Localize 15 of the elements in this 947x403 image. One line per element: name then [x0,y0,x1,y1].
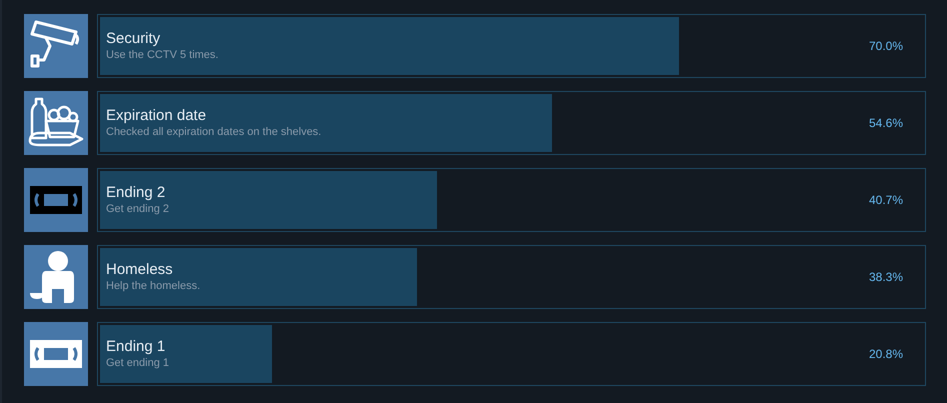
achievement-description: Checked all expiration dates on the shelves. [106,125,322,139]
achievement-description: Get ending 1 [106,356,170,370]
unlock-percentage: 20.8% [868,347,903,361]
unlock-percentage: 38.3% [868,270,903,284]
achievement-title: Expiration date [106,107,208,125]
achievement-description: Use the CCTV 5 times. [106,48,220,62]
achievement-title: Ending 1 [106,338,166,356]
unlock-percentage: 40.7% [868,193,903,207]
achievement-title: Ending 2 [106,184,166,202]
unlock-percentage: 54.6% [868,116,903,130]
achievement-description: Get ending 2 [106,202,170,216]
achievement-title: Homeless [106,261,174,279]
unlock-percentage: 70.0% [868,39,903,53]
achievement-description: Help the homeless. [106,279,202,293]
achievement-title: Security [106,30,162,48]
